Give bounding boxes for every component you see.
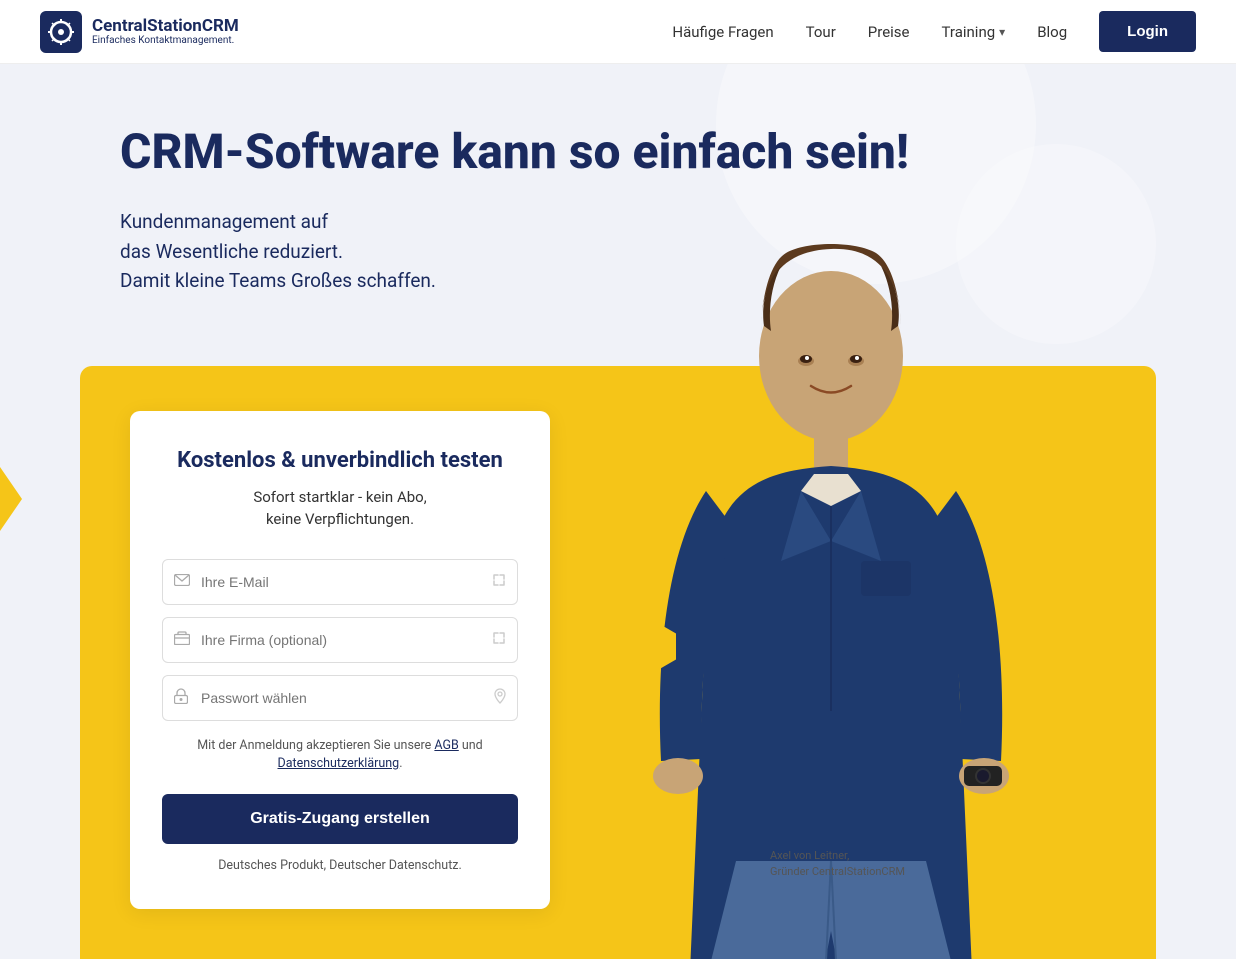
form-subtitle: Sofort startklar - kein Abo, keine Verpf… <box>162 487 518 531</box>
person-name: Axel von Leitner, <box>770 848 905 863</box>
location-icon <box>494 688 506 708</box>
logo-tagline: Einfaches Kontaktmanagement. <box>92 35 239 46</box>
email-input-wrapper <box>162 559 518 605</box>
person-title: Gründer CentralStationCRM <box>770 864 905 879</box>
person-image <box>606 211 1056 959</box>
company-field[interactable] <box>162 617 518 663</box>
company-icon <box>174 631 190 649</box>
chevron-down-icon: ▾ <box>999 25 1005 39</box>
hero-subtitle-line3: Damit kleine Teams Großes schaffen. <box>120 269 436 292</box>
hero-subtitle-line2: das Wesentliche reduziert. <box>120 240 343 263</box>
person-caption: Axel von Leitner, Gründer CentralStation… <box>770 848 905 879</box>
hero-title: CRM-Software kann so einfach sein! <box>120 124 1196 179</box>
lock-icon <box>174 688 188 708</box>
form-subtitle-line1: Sofort startklar - kein Abo, <box>253 488 426 506</box>
logo[interactable]: CentralStationCRM Einfaches Kontaktmanag… <box>40 11 239 53</box>
form-subtitle-line2: keine Verpflichtungen. <box>266 510 414 528</box>
form-footer-text: Deutsches Produkt, Deutscher Datenschutz… <box>162 858 518 873</box>
hero-right: Axel von Leitner, Gründer CentralStation… <box>550 411 1106 910</box>
email-expand-icon <box>492 573 506 591</box>
training-label: Training <box>942 23 996 41</box>
logo-text: CentralStationCRM Einfaches Kontaktmanag… <box>92 17 239 47</box>
terms-text: Mit der Anmeldung akzeptieren Sie unsere… <box>162 737 518 775</box>
agb-link[interactable]: AGB <box>434 738 458 753</box>
password-field[interactable] <box>162 675 518 721</box>
bottom-section: Kostenlos & unverbindlich testen Sofort … <box>80 366 1156 959</box>
email-icon <box>174 574 190 590</box>
cta-button[interactable]: Gratis-Zugang erstellen <box>162 794 518 844</box>
terms-suffix: . <box>399 756 402 771</box>
datenschutz-link[interactable]: Datenschutzerklärung <box>278 756 400 771</box>
registration-form-card: Kostenlos & unverbindlich testen Sofort … <box>130 411 550 910</box>
nav-training[interactable]: Training ▾ <box>942 23 1006 41</box>
login-button[interactable]: Login <box>1099 11 1196 52</box>
nav-faq[interactable]: Häufige Fragen <box>672 23 773 41</box>
terms-prefix: Mit der Anmeldung akzeptieren Sie unsere <box>197 738 434 753</box>
nav-tour[interactable]: Tour <box>806 23 836 41</box>
password-input-wrapper <box>162 675 518 721</box>
arrow-decoration <box>0 467 22 531</box>
form-title: Kostenlos & unverbindlich testen <box>162 447 518 476</box>
logo-name: CentralStationCRM <box>92 17 239 36</box>
navbar: CentralStationCRM Einfaches Kontaktmanag… <box>0 0 1236 64</box>
nav-blog[interactable]: Blog <box>1037 23 1067 41</box>
email-field[interactable] <box>162 559 518 605</box>
logo-icon <box>40 11 82 53</box>
company-input-wrapper <box>162 617 518 663</box>
nav-preise[interactable]: Preise <box>868 23 910 41</box>
hero-subtitle-line1: Kundenmanagement auf <box>120 210 328 233</box>
page-wrapper: CRM-Software kann so einfach sein! Kunde… <box>0 64 1236 959</box>
company-expand-icon <box>492 631 506 649</box>
nav-links: Häufige Fragen Tour Preise Training ▾ Bl… <box>672 11 1196 52</box>
terms-middle: und <box>459 738 483 753</box>
